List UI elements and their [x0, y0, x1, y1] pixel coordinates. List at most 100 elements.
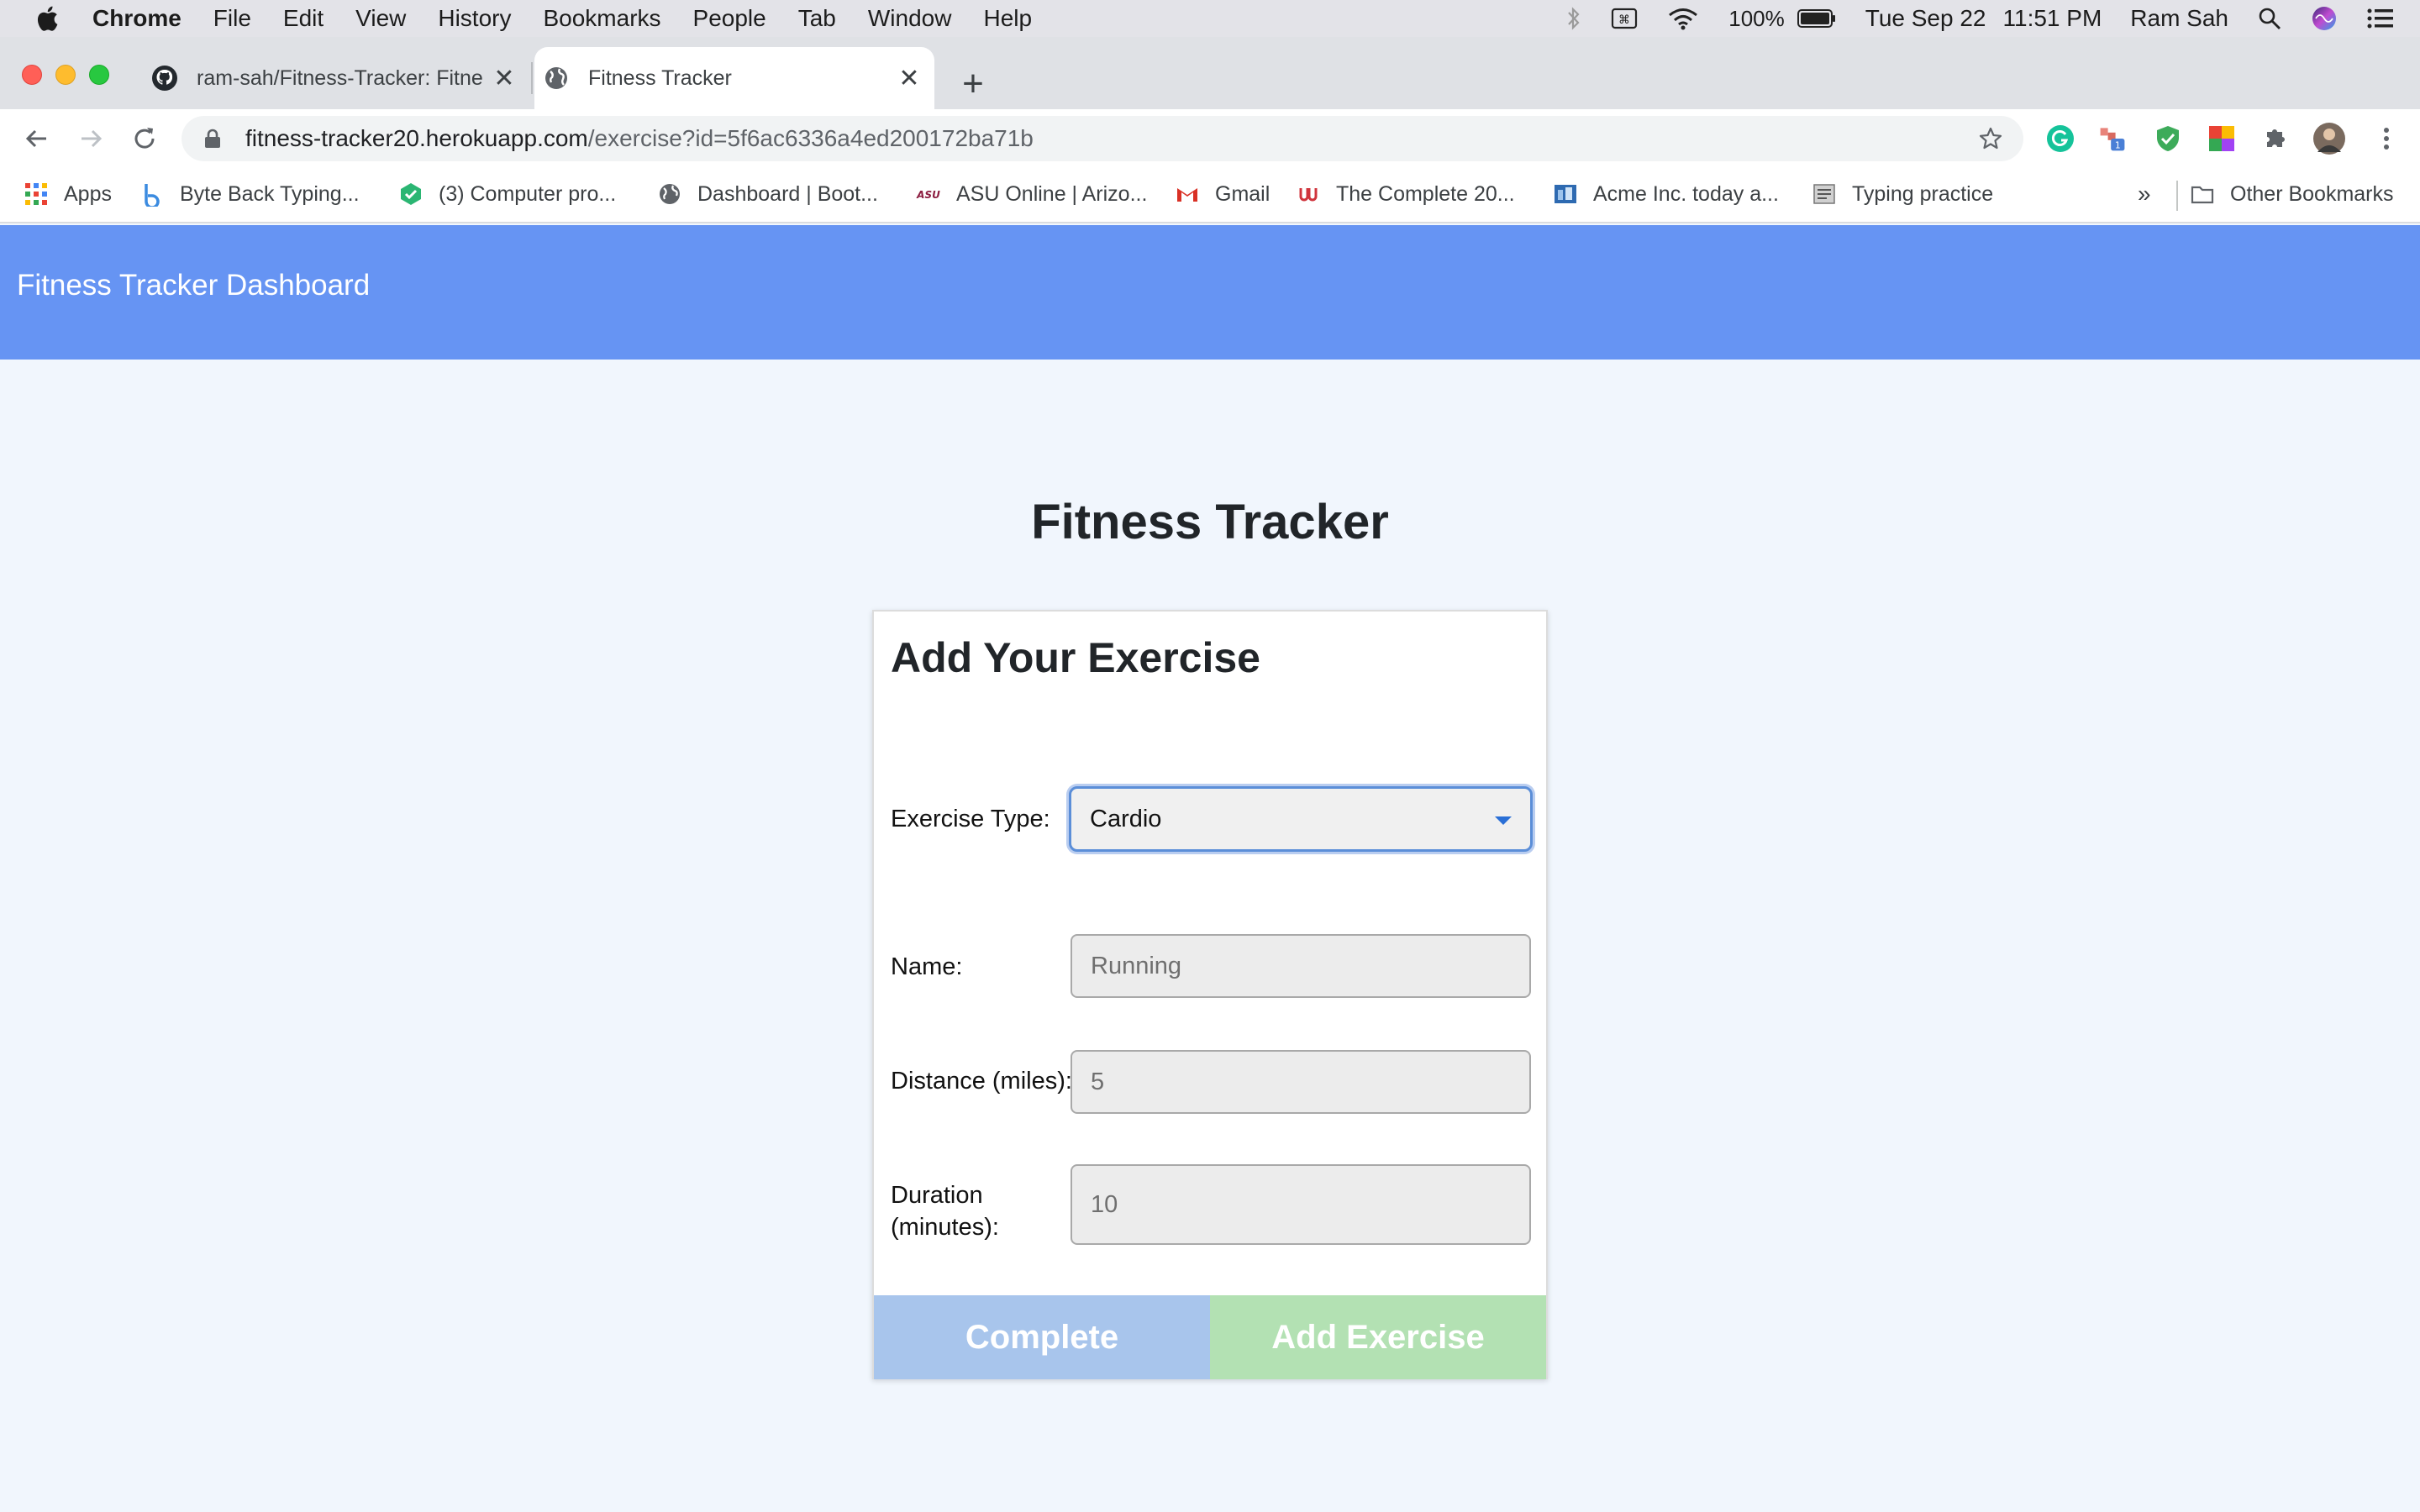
bookmark-label: Byte Back Typing... — [180, 181, 360, 206]
chevron-down-icon — [1495, 816, 1512, 825]
apps-grid-icon — [25, 183, 47, 205]
menu-date[interactable]: Tue Sep 22 — [1865, 5, 1986, 32]
new-tab-button[interactable]: + — [955, 63, 992, 104]
tab-fitness-tracker[interactable]: Fitness Tracker ✕ — [534, 47, 934, 109]
menu-time[interactable]: 11:51 PM — [2003, 5, 2102, 32]
url-path: /exercise?id=5f6ac6336a4ed200172ba71b — [587, 125, 1034, 151]
lock-icon[interactable] — [202, 128, 224, 150]
spotlight-search-icon[interactable] — [2257, 6, 2282, 31]
gmail-icon — [1177, 188, 1197, 202]
menu-bookmarks[interactable]: Bookmarks — [543, 5, 660, 32]
duration-label-line1: Duration — [891, 1182, 983, 1209]
udemy-icon — [1299, 188, 1318, 202]
grammarly-icon[interactable] — [2045, 123, 2075, 154]
bookmark-label: Other Bookmarks — [2230, 181, 2394, 206]
window-zoom-button[interactable] — [89, 65, 109, 85]
bookmark-typing-practice[interactable]: Typing practice — [1812, 180, 1993, 208]
asu-icon: ASU — [916, 189, 940, 201]
acme-icon — [1555, 185, 1576, 203]
extension-badge-icon[interactable]: 1 — [2097, 123, 2128, 154]
other-bookmarks[interactable]: Other Bookmarks — [2190, 180, 2394, 208]
tab-close-icon[interactable]: ✕ — [896, 65, 923, 92]
battery-percent: 100% — [1728, 5, 1785, 31]
bookmark-acme[interactable]: Acme Inc. today a... — [1553, 180, 1779, 208]
chrome-menu-icon[interactable] — [2371, 123, 2402, 154]
bookmark-asu-online[interactable]: ASU ASU Online | Arizo... — [916, 180, 1147, 208]
browser-tab-strip: ram-sah/Fitness-Tracker: Fitne ✕ Fitness… — [0, 37, 2420, 109]
complete-button[interactable]: Complete — [874, 1295, 1210, 1379]
add-exercise-button[interactable]: Add Exercise — [1210, 1295, 1546, 1379]
back-arrow-icon — [25, 129, 46, 148]
bookmark-label: The Complete 20... — [1336, 181, 1515, 206]
menu-view[interactable]: View — [355, 5, 406, 32]
wifi-icon[interactable] — [1666, 6, 1700, 31]
bluetooth-icon[interactable] — [1565, 6, 1582, 31]
exercise-type-label: Exercise Type: — [891, 806, 1050, 832]
bookmark-label: Dashboard | Boot... — [697, 181, 878, 206]
bookmarks-bar: Apps Byte Back Typing... (3) Computer pr… — [0, 168, 2420, 223]
window-close-button[interactable] — [22, 65, 42, 85]
bookmark-gmail[interactable]: Gmail — [1175, 180, 1270, 208]
globe-icon — [545, 67, 567, 89]
page-title: Fitness Tracker — [1031, 495, 1389, 549]
apple-icon[interactable] — [34, 3, 64, 34]
reload-button[interactable] — [126, 120, 163, 157]
typing-icon — [1813, 184, 1835, 204]
hexagon-check-icon — [401, 183, 421, 205]
menu-window[interactable]: Window — [868, 5, 952, 32]
bookmark-star-icon[interactable] — [1978, 126, 2003, 151]
keyboard-icon[interactable]: ⌘ — [1611, 6, 1638, 31]
svg-text:1: 1 — [2115, 140, 2121, 151]
exercise-type-select[interactable]: Cardio — [1069, 786, 1533, 852]
duration-input[interactable]: 10 — [1071, 1164, 1531, 1245]
bookmarks-overflow-button[interactable]: » — [2138, 180, 2151, 208]
exercise-type-value: Cardio — [1090, 805, 1162, 832]
byteback-icon — [145, 184, 160, 207]
bookmark-dashboard[interactable]: Dashboard | Boot... — [657, 180, 878, 208]
window-minimize-button[interactable] — [55, 65, 76, 85]
bookmark-byte-back[interactable]: Byte Back Typing... — [139, 180, 360, 208]
duration-label: Duration (minutes): — [891, 1179, 999, 1243]
menu-history[interactable]: History — [438, 5, 511, 32]
app-navbar: Fitness Tracker Dashboard — [0, 225, 2420, 360]
form-heading: Add Your Exercise — [891, 634, 1260, 681]
colorful-extension-icon[interactable] — [2207, 123, 2237, 154]
svg-text:ASU: ASU — [916, 189, 940, 201]
distance-placeholder: 5 — [1091, 1068, 1105, 1095]
tab-close-icon[interactable]: ✕ — [491, 65, 518, 92]
bookmark-apps[interactable]: Apps — [24, 180, 112, 208]
menu-status-area: ⌘ 100% Tue Sep 22 11:51 PM Ram Sah — [1565, 0, 2395, 37]
bookmark-label: Acme Inc. today a... — [1593, 181, 1779, 206]
name-placeholder: Running — [1091, 952, 1182, 979]
extensions-puzzle-icon[interactable] — [2260, 123, 2291, 154]
back-button[interactable] — [18, 120, 55, 157]
navbar-brand-link[interactable]: Fitness Tracker Dashboard — [17, 225, 370, 346]
battery-icon[interactable] — [1797, 8, 1837, 29]
menu-help[interactable]: Help — [983, 5, 1032, 32]
menu-user[interactable]: Ram Sah — [2130, 5, 2228, 32]
menu-tab[interactable]: Tab — [798, 5, 836, 32]
menu-people[interactable]: People — [693, 5, 766, 32]
url-host: fitness-tracker20.herokuapp.com — [245, 125, 588, 151]
menu-edit[interactable]: Edit — [283, 5, 324, 32]
distance-label: Distance (miles): — [891, 1068, 1072, 1095]
exercise-form-card: Add Your Exercise Exercise Type: Cardio … — [872, 610, 1548, 1379]
address-bar[interactable]: fitness-tracker20.herokuapp.com/exercise… — [182, 116, 2023, 161]
tab-separator — [531, 62, 533, 94]
reload-icon — [134, 128, 155, 149]
shield-icon[interactable] — [2153, 123, 2183, 154]
notification-center-icon[interactable] — [2366, 7, 2395, 30]
tab-github[interactable]: ram-sah/Fitness-Tracker: Fitne ✕ — [143, 47, 529, 109]
menu-app-name[interactable]: Chrome — [92, 5, 182, 32]
distance-input[interactable]: 5 — [1071, 1050, 1531, 1114]
bookmark-complete-20[interactable]: The Complete 20... — [1296, 180, 1515, 208]
menu-file[interactable]: File — [213, 5, 251, 32]
name-label: Name: — [891, 953, 963, 980]
bookmark-computer-pro[interactable]: (3) Computer pro... — [398, 180, 616, 208]
forward-button[interactable] — [72, 120, 109, 157]
profile-avatar[interactable] — [2312, 122, 2346, 155]
siri-icon[interactable] — [2311, 5, 2338, 32]
bookmark-label: Gmail — [1215, 181, 1270, 206]
name-input[interactable]: Running — [1071, 934, 1531, 998]
forward-arrow-icon — [82, 129, 103, 148]
